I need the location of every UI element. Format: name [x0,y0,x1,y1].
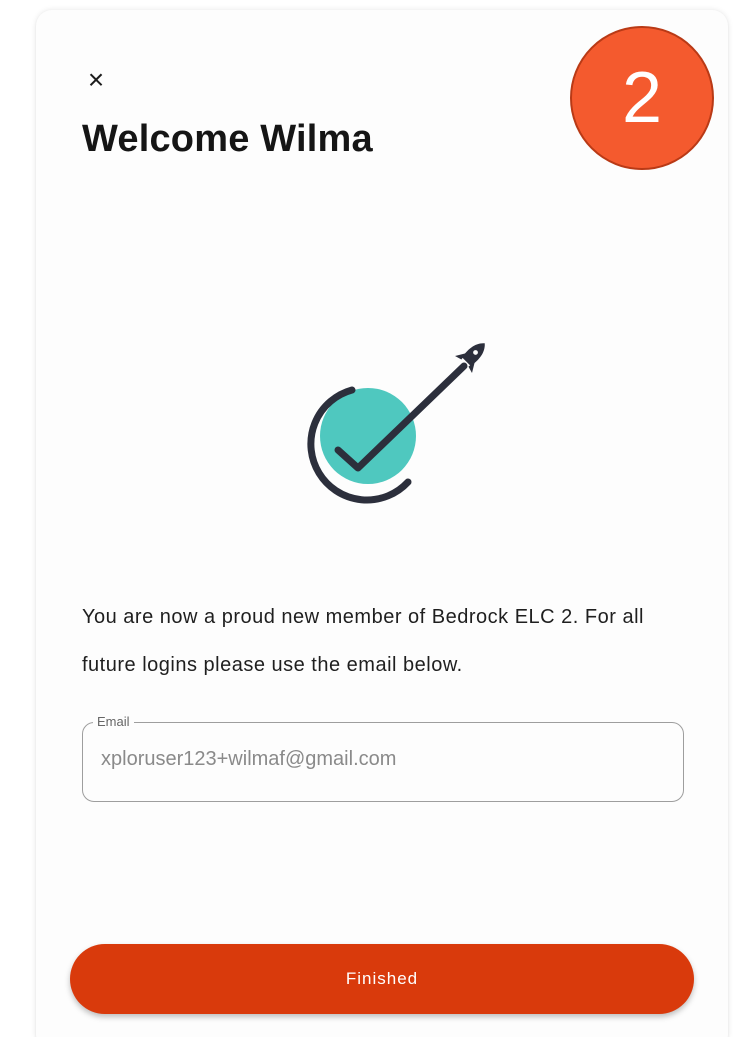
finished-button[interactable]: Finished [70,944,694,1014]
welcome-message: You are now a proud new member of Bedroc… [82,606,644,676]
email-field[interactable]: Email [82,713,684,802]
close-button[interactable]: × [82,66,110,94]
dialog-title: Welcome Wilma [82,118,373,160]
step-number: 2 [621,58,663,138]
page: × Welcome Wilma 2 You are now a proud ne… [0,0,734,1037]
email-input[interactable] [101,741,661,777]
step-badge: 2 [570,26,714,170]
close-icon: × [87,64,105,95]
email-label: Email [93,713,134,731]
rocket-check-icon [286,330,506,510]
